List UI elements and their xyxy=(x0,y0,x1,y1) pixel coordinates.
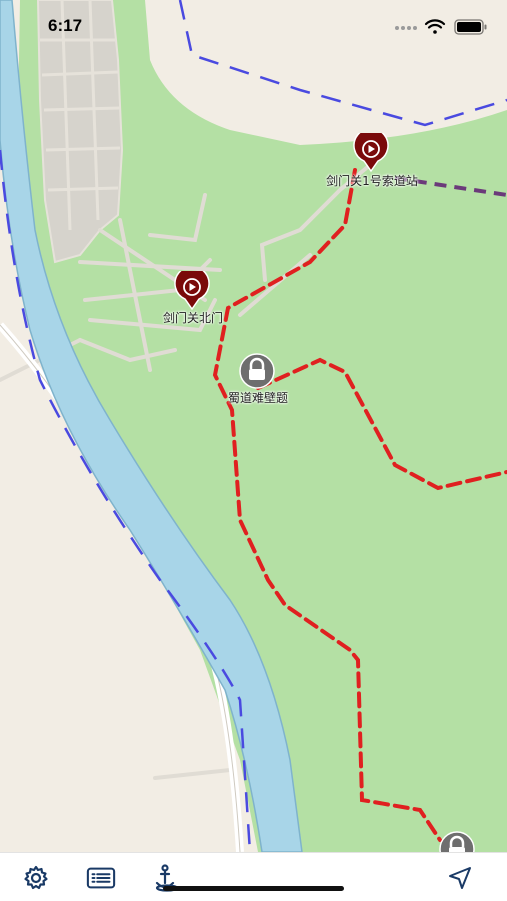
poi-label-north-gate: 剑门关北门 xyxy=(162,311,224,325)
status-bar: 6:17 xyxy=(0,0,507,54)
list-button[interactable] xyxy=(86,863,116,893)
bottom-toolbar xyxy=(0,852,507,901)
settings-button[interactable] xyxy=(21,863,51,893)
signal-dots-icon xyxy=(395,26,417,30)
lock-icon xyxy=(239,353,275,389)
play-icon xyxy=(174,271,210,311)
locate-button[interactable] xyxy=(445,863,475,893)
wifi-icon xyxy=(424,19,446,34)
status-icons xyxy=(369,16,489,38)
home-indicator xyxy=(163,886,344,891)
poi-label-locked-inscription: 蜀道难壁题 xyxy=(227,391,289,405)
poi-marker-locked-inscription[interactable] xyxy=(238,352,276,390)
battery-icon xyxy=(454,19,487,35)
poi-marker-locked-south[interactable] xyxy=(438,830,476,852)
gear-icon xyxy=(24,865,48,890)
map-view[interactable]: 剑门关1号索道站 剑门关北门 蜀道难壁题 xyxy=(0,0,507,852)
lock-icon xyxy=(439,831,475,852)
poi-label-cableway-station: 剑门关1号索道站 xyxy=(326,174,418,188)
status-time: 6:17 xyxy=(48,16,83,35)
poi-marker-north-gate[interactable] xyxy=(173,271,211,311)
list-card-icon xyxy=(86,867,116,889)
map-canvas[interactable] xyxy=(0,0,507,852)
play-icon xyxy=(353,133,389,173)
poi-marker-cableway-station[interactable] xyxy=(352,133,390,173)
navigation-arrow-icon xyxy=(449,867,471,889)
